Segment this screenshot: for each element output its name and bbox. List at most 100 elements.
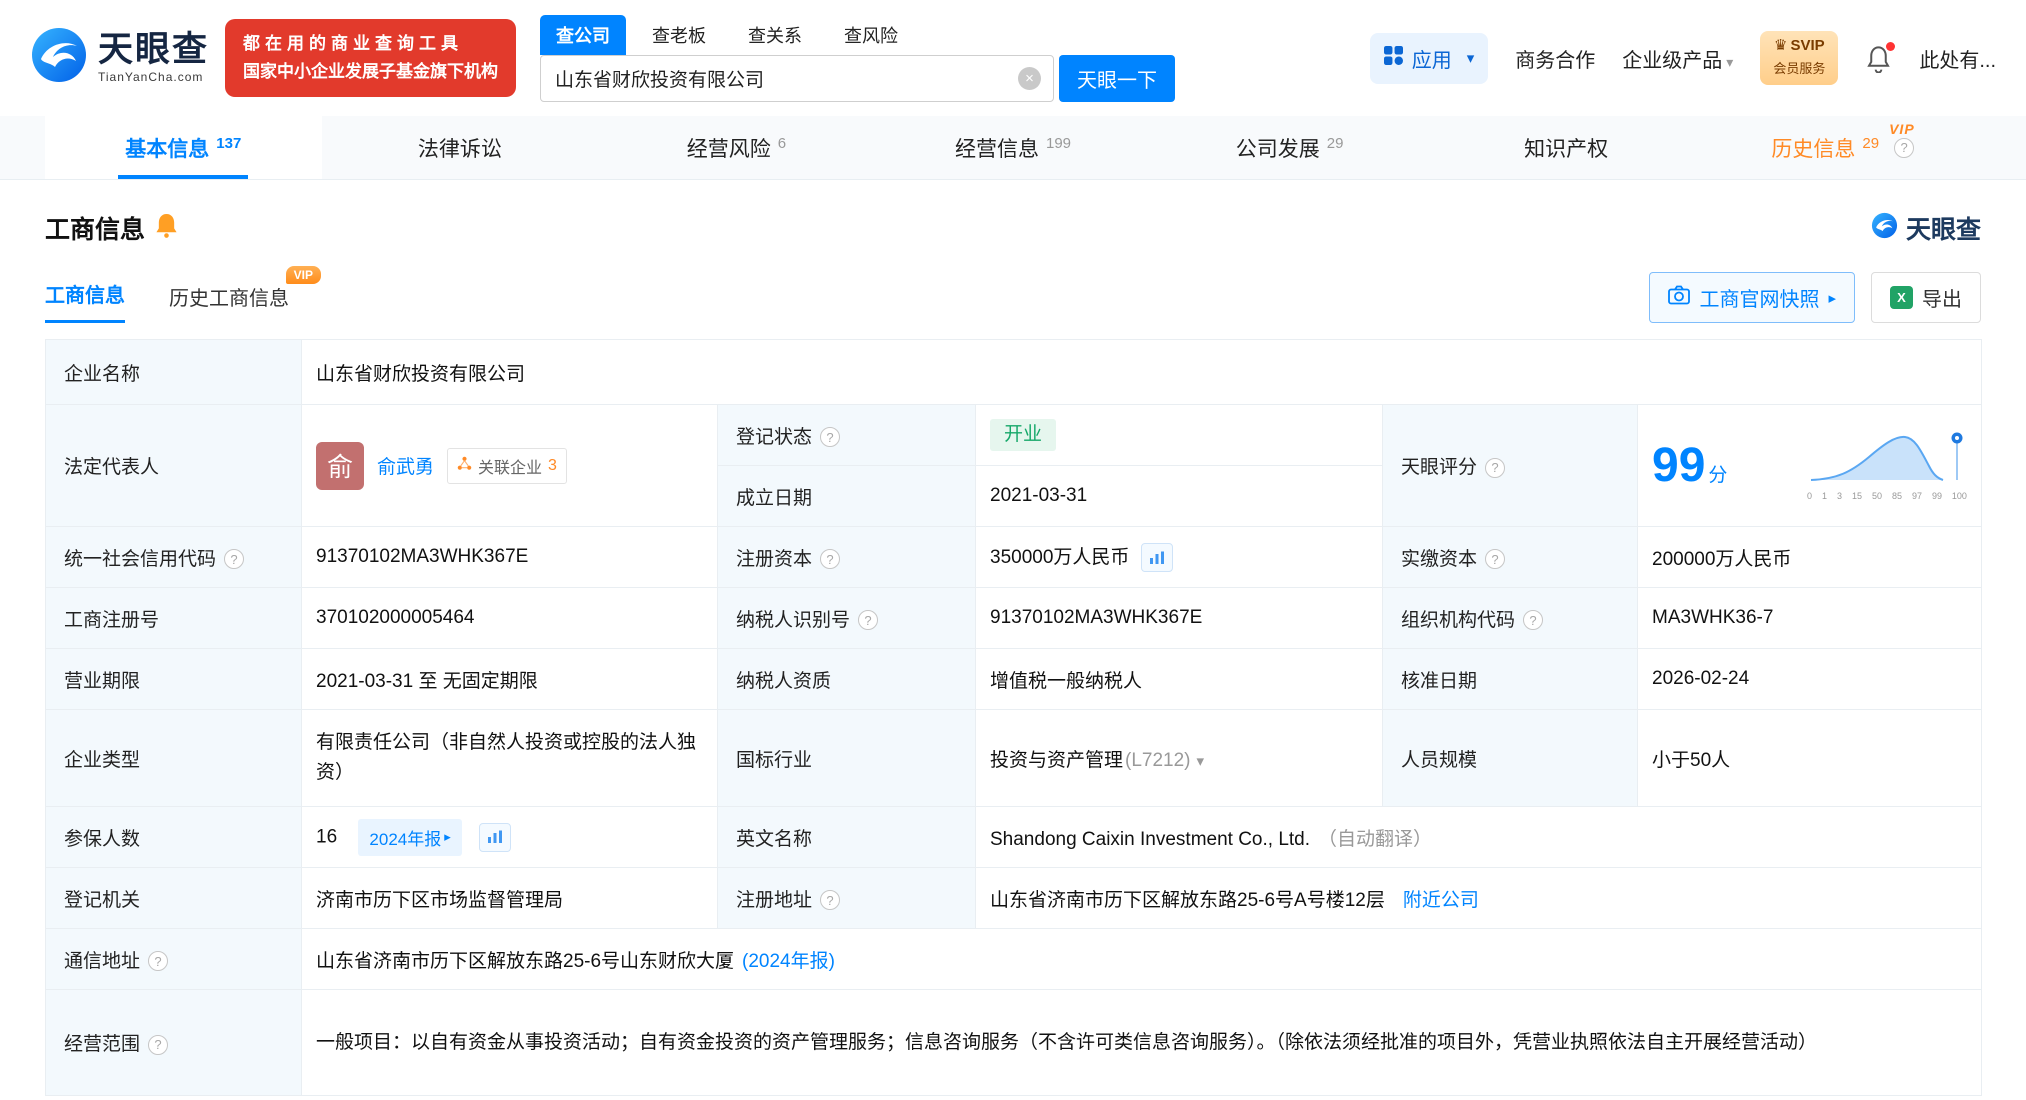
help-icon[interactable]: ? xyxy=(224,549,244,569)
help-icon[interactable]: ? xyxy=(1485,458,1505,478)
value-score: 99 分 0131550859799100 xyxy=(1638,405,1982,527)
tab-legal-proceedings[interactable]: 法律诉讼 xyxy=(322,116,599,179)
score-chart: 0131550859799100 xyxy=(1807,430,1967,501)
value-org-code: MA3WHK36-7 xyxy=(1638,588,1982,649)
tab-operating-risk[interactable]: 经营风险 6 xyxy=(598,116,875,179)
promo-line2: 国家中小企业发展子基金旗下机构 xyxy=(243,58,498,86)
help-icon[interactable]: ? xyxy=(858,610,878,630)
business-cooperation-link[interactable]: 商务合作 xyxy=(1515,44,1595,73)
score-axis: 0131550859799100 xyxy=(1807,491,1967,501)
apps-label: 应用 xyxy=(1412,44,1452,73)
crown-icon: ♛ xyxy=(1774,37,1787,56)
insured-chart-icon[interactable] xyxy=(479,823,511,852)
user-menu[interactable]: 此处有... xyxy=(1919,44,1996,73)
legal-rep-link[interactable]: 俞武勇 xyxy=(377,452,434,479)
vip-badge: VIP xyxy=(1889,121,1915,137)
chevron-down-icon: ▾ xyxy=(1726,54,1733,70)
label-business-term: 营业期限 xyxy=(46,649,302,710)
value-legal-rep: 俞 俞武勇 关联企业 3 xyxy=(302,405,718,527)
chevron-down-icon[interactable]: ▾ xyxy=(1197,753,1205,770)
search-tab-company[interactable]: 查公司 xyxy=(540,15,626,55)
label-reg-number: 工商注册号 xyxy=(46,588,302,649)
clear-search-icon[interactable]: × xyxy=(1018,67,1041,90)
tab-label: 经营信息 xyxy=(955,133,1039,163)
promo-banner: 都在用的商业查询工具 国家中小企业发展子基金旗下机构 xyxy=(225,19,516,97)
table-row: 法定代表人 俞 俞武勇 关联企业 3 登记状态? 开业 天眼评分? 99 xyxy=(46,405,1982,466)
tab-label: 法律诉讼 xyxy=(418,133,502,163)
help-icon[interactable]: ? xyxy=(1523,610,1543,630)
annual-report-link[interactable]: (2024年报) xyxy=(742,951,835,972)
help-icon[interactable]: ? xyxy=(148,951,168,971)
annual-report-badge[interactable]: 2024年报▸ xyxy=(358,819,461,856)
export-label: 导出 xyxy=(1922,283,1962,312)
tab-company-development[interactable]: 公司发展 29 xyxy=(1151,116,1428,179)
value-company-type: 有限责任公司（非自然人投资或控股的法人独资） xyxy=(302,710,718,807)
help-icon[interactable]: ? xyxy=(820,890,840,910)
label-reg-status: 登记状态? xyxy=(718,405,976,466)
search-tab-relation[interactable]: 查关系 xyxy=(732,15,818,55)
tab-count: 29 xyxy=(1862,135,1879,152)
tianyancha-logo-icon xyxy=(30,26,88,90)
snapshot-label: 工商官网快照 xyxy=(1699,283,1819,312)
help-icon[interactable]: ? xyxy=(1894,138,1914,158)
value-reg-capital: 350000万人民币 xyxy=(976,527,1383,588)
help-icon[interactable]: ? xyxy=(820,549,840,569)
tab-business-info[interactable]: 经营信息 199 xyxy=(875,116,1152,179)
tab-count: 29 xyxy=(1327,135,1344,152)
table-row: 参保人数 16 2024年报▸ 英文名称 Shandong Caixin Inv… xyxy=(46,807,1982,868)
svip-sublabel: 会员服务 xyxy=(1773,61,1825,76)
tianyancha-logo[interactable]: 天眼查 TianYanCha.com xyxy=(30,26,209,90)
label-legal-rep: 法定代表人 xyxy=(46,405,302,527)
export-button[interactable]: X 导出 xyxy=(1871,272,1981,323)
label-paid-capital: 实缴资本? xyxy=(1383,527,1638,588)
score-number: 99 xyxy=(1652,442,1705,490)
notification-dot xyxy=(1886,42,1895,51)
value-reg-number: 370102000005464 xyxy=(302,588,718,649)
nearby-companies-link[interactable]: 附近公司 xyxy=(1403,890,1479,911)
enterprise-products-link[interactable]: 企业级产品▾ xyxy=(1622,44,1733,73)
apps-menu-button[interactable]: 应用 ▾ xyxy=(1370,33,1489,84)
related-label: 关联企业 xyxy=(478,454,542,478)
tab-intellectual-property[interactable]: 知识产权 xyxy=(1428,116,1705,179)
svip-member-button[interactable]: ♛SVIP 会员服务 xyxy=(1760,31,1838,86)
subtab-row: 工商信息 历史工商信息 VIP 工商官网快照 ▸ X 导出 xyxy=(0,246,2026,323)
watermark-logo-icon xyxy=(1871,212,1898,245)
subscribe-bell-icon[interactable] xyxy=(155,212,178,244)
label-company-name: 企业名称 xyxy=(46,340,302,405)
value-reg-authority: 济南市历下区市场监督管理局 xyxy=(302,868,718,929)
page-title: 工商信息 xyxy=(45,210,145,246)
tab-label: 历史信息 xyxy=(1771,133,1855,163)
search-tab-boss[interactable]: 查老板 xyxy=(636,15,722,55)
search-tabs: 查公司 查老板 查关系 查风险 xyxy=(540,15,1175,55)
grid-icon xyxy=(1384,46,1403,71)
avatar[interactable]: 俞 xyxy=(316,442,364,490)
tab-count: 6 xyxy=(778,135,786,152)
related-companies-badge[interactable]: 关联企业 3 xyxy=(447,448,567,484)
subtab-history-registration[interactable]: 历史工商信息 VIP xyxy=(169,282,289,323)
label-business-scope: 经营范围? xyxy=(46,990,302,1096)
help-icon[interactable]: ? xyxy=(820,427,840,447)
label-reg-capital: 注册资本? xyxy=(718,527,976,588)
value-credit-code: 91370102MA3WHK367E xyxy=(302,527,718,588)
tab-basic-info[interactable]: 基本信息 137 xyxy=(45,116,322,179)
official-snapshot-button[interactable]: 工商官网快照 ▸ xyxy=(1649,272,1855,323)
tab-count: 199 xyxy=(1046,135,1071,152)
score-unit: 分 xyxy=(1708,460,1727,487)
search-tab-risk[interactable]: 查风险 xyxy=(828,15,914,55)
capital-chart-icon[interactable] xyxy=(1141,543,1173,572)
value-english-name: Shandong Caixin Investment Co., Ltd.（自动翻… xyxy=(976,807,1982,868)
table-row: 工商注册号 370102000005464 纳税人识别号? 91370102MA… xyxy=(46,588,1982,649)
search-input[interactable] xyxy=(540,55,1054,102)
help-icon[interactable]: ? xyxy=(1485,549,1505,569)
help-icon[interactable]: ? xyxy=(148,1035,168,1055)
primary-nav: 基本信息 137 法律诉讼 经营风险 6 经营信息 199 公司发展 29 知识… xyxy=(0,116,2026,180)
value-business-scope: 一般项目：以自有资金从事投资活动；自有资金投资的资产管理服务；信息咨询服务（不含… xyxy=(302,990,1982,1096)
notifications-bell-icon[interactable] xyxy=(1865,44,1892,73)
tab-history-info[interactable]: VIP 历史信息 29 ? xyxy=(1704,116,1981,179)
search-button[interactable]: 天眼一下 xyxy=(1059,55,1175,102)
network-icon xyxy=(457,456,472,476)
value-mail-address: 山东省济南市历下区解放东路25-6号山东财欣大厦(2024年报) xyxy=(302,929,1982,990)
arrow-right-icon: ▸ xyxy=(444,829,451,845)
promo-line1: 都在用的商业查询工具 xyxy=(243,30,498,58)
subtab-business-registration[interactable]: 工商信息 xyxy=(45,279,125,323)
